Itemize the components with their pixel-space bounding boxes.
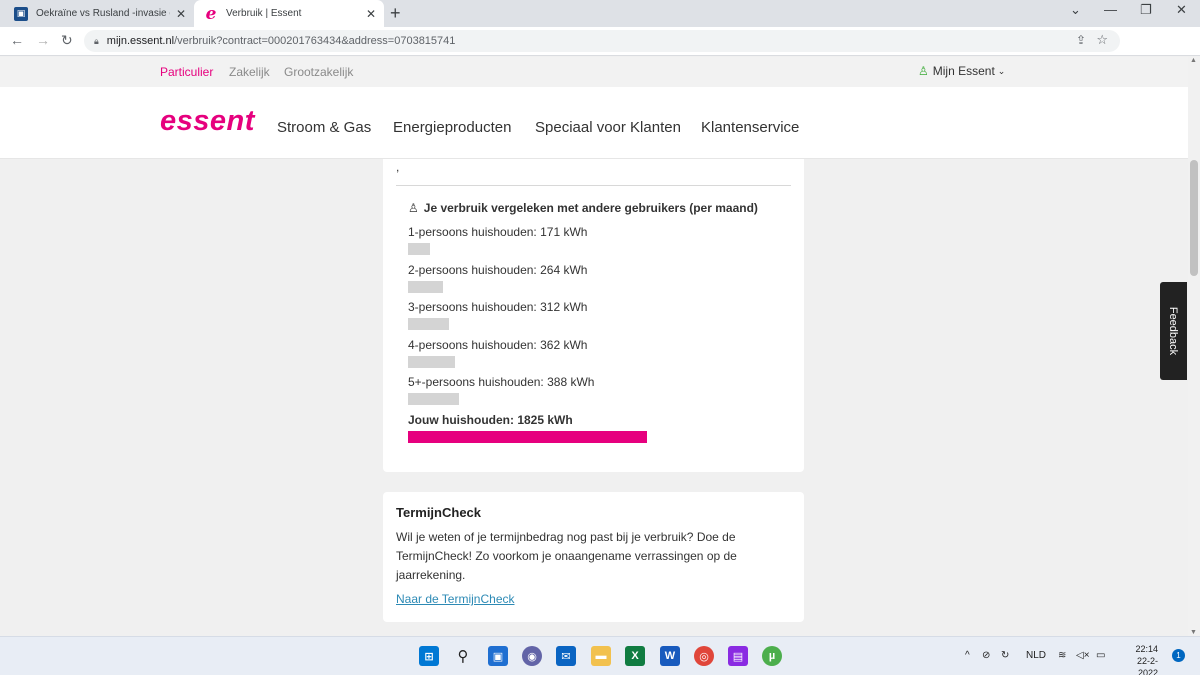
- essent-favicon-icon: e: [205, 3, 217, 24]
- tray-security-icon[interactable]: ⊘: [982, 650, 990, 661]
- task-view-icon[interactable]: ▣: [488, 646, 508, 666]
- news-site-icon: ▣: [14, 6, 28, 21]
- minimize-button[interactable]: —: [1104, 2, 1117, 17]
- nav-stroom-gas[interactable]: Stroom & Gas: [277, 119, 371, 136]
- reload-icon[interactable]: ↻: [61, 32, 73, 49]
- tab-close-icon[interactable]: ✕: [176, 7, 186, 21]
- tray-overflow-chevron-icon[interactable]: ^: [965, 650, 970, 661]
- termijncheck-title: TermijnCheck: [396, 505, 482, 520]
- taskbar-clock[interactable]: 22:14 22-2-2022: [1118, 643, 1158, 675]
- word-icon[interactable]: W: [660, 646, 680, 666]
- lock-icon: 🔒︎: [94, 35, 99, 46]
- comparison-title-text: Je verbruik vergeleken met andere gebrui…: [423, 201, 758, 215]
- essent-logo[interactable]: essent: [160, 105, 255, 138]
- tab-title: Verbruik | Essent: [226, 8, 302, 19]
- usage-row-label: 1-persoons huishouden: 171 kWh: [408, 225, 588, 239]
- feedback-label: Feedback: [1167, 306, 1179, 356]
- user-check-icon: ♙: [918, 64, 929, 78]
- tab-verbruik-essent[interactable]: e Verbruik | Essent ✕: [194, 0, 384, 27]
- share-icon[interactable]: ⇪: [1076, 33, 1086, 47]
- browser-toolbar: ← → ↻ 🔒︎ mijn.essent.nl/verbruik?contrac…: [0, 27, 1200, 76]
- segment-grootzakelijk[interactable]: Grootzakelijk: [284, 65, 353, 79]
- close-window-button[interactable]: ✕: [1176, 2, 1187, 18]
- windows-start-icon[interactable]: ⊞: [419, 646, 439, 666]
- windows-taskbar: ⊞ ⚲ ▣ ◉ ✉ ▬ X W ◎ ▤ µ ^ ⊘ ↻ NLD ≋ ◁× ▭ 2…: [0, 636, 1200, 675]
- usage-row-label: 5+-persoons huishouden: 388 kWh: [408, 375, 595, 389]
- usage-row-label: 3-persoons huishouden: 312 kWh: [408, 300, 588, 314]
- tab-close-icon[interactable]: ✕: [366, 7, 376, 21]
- nav-klantenservice[interactable]: Klantenservice: [701, 119, 799, 136]
- address-bar[interactable]: 🔒︎ mijn.essent.nl/verbruik?contract=0002…: [84, 30, 1120, 52]
- tab-search-icon[interactable]: ⌄: [1070, 2, 1081, 18]
- search-icon[interactable]: ⚲: [453, 646, 473, 666]
- segment-zakelijk[interactable]: Zakelijk: [229, 65, 270, 79]
- person-icon: ♙: [408, 201, 419, 215]
- mijn-essent-label: Mijn Essent: [932, 64, 995, 78]
- scroll-up-arrow-icon[interactable]: ▲: [1190, 57, 1197, 64]
- clock-date: 22-2-2022: [1136, 656, 1158, 675]
- excel-icon[interactable]: X: [625, 646, 645, 666]
- back-arrow-icon[interactable]: ←: [10, 32, 24, 48]
- chevron-down-icon: ⌄: [997, 65, 1006, 76]
- volume-muted-icon[interactable]: ◁×: [1076, 650, 1090, 661]
- usage-bar: [408, 393, 459, 405]
- segment-particulier[interactable]: Particulier: [160, 65, 213, 79]
- language-indicator[interactable]: NLD: [1026, 650, 1046, 661]
- page-content: , ♙ Je verbruik vergeleken met andere ge…: [0, 159, 1188, 636]
- usage-bar: [408, 243, 430, 255]
- nav-speciaal-voor-klanten[interactable]: Speciaal voor Klanten: [535, 119, 681, 136]
- teams-chat-icon[interactable]: ◉: [522, 646, 542, 666]
- new-tab-button[interactable]: +: [390, 3, 401, 24]
- page-scrollbar[interactable]: ▲ ▼: [1188, 57, 1200, 636]
- tray-sync-icon[interactable]: ↻: [1001, 650, 1009, 661]
- usage-bar: [408, 318, 449, 330]
- url-domain: mijn.essent.nl: [106, 35, 175, 47]
- usage-row-label: 2-persoons huishouden: 264 kWh: [408, 262, 588, 277]
- termijncheck-body: Wil je weten of je termijnbedrag nog pas…: [396, 530, 737, 582]
- scroll-down-arrow-icon[interactable]: ▼: [1190, 629, 1197, 636]
- tab-oekraine[interactable]: ▣ Oekraïne vs Rusland -invasie dre ✕: [4, 0, 194, 27]
- winrar-icon[interactable]: ▤: [728, 646, 748, 666]
- utorrent-icon[interactable]: µ: [762, 646, 782, 666]
- browser-tabstrip: ▣ Oekraïne vs Rusland -invasie dre ✕ e V…: [0, 0, 1200, 27]
- chrome-icon[interactable]: ◎: [694, 646, 714, 666]
- termijncheck-card: TermijnCheck Wil je weten of je termijnb…: [383, 492, 804, 622]
- usage-row-label: Jouw huishouden: 1825 kWh: [408, 412, 573, 427]
- clock-time: 22:14: [1135, 644, 1158, 654]
- main-navigation: essent Stroom & Gas Energieproducten Spe…: [0, 87, 1188, 159]
- url-path: /verbruik?contract=000201763434&address=…: [174, 35, 456, 47]
- comparison-title: ♙ Je verbruik vergeleken met andere gebr…: [408, 201, 758, 215]
- usage-row-label: 4-persoons huishouden: 362 kWh: [408, 337, 588, 352]
- usage-bar: [408, 280, 443, 293]
- comparison-card: , ♙ Je verbruik vergeleken met andere ge…: [383, 159, 804, 472]
- termijncheck-link[interactable]: Naar de TermijnCheck: [396, 592, 515, 606]
- nav-energieproducten[interactable]: Energieproducten: [393, 119, 511, 136]
- mail-icon[interactable]: ✉: [556, 646, 576, 666]
- feedback-tab[interactable]: Feedback: [1160, 282, 1187, 380]
- wifi-icon[interactable]: ≋: [1058, 650, 1066, 661]
- scroll-thumb[interactable]: [1190, 160, 1198, 276]
- your-usage-bar: [408, 430, 647, 443]
- file-explorer-icon[interactable]: ▬: [591, 646, 611, 666]
- bookmark-star-icon[interactable]: ☆: [1096, 32, 1108, 48]
- stray-text: ,: [396, 160, 400, 174]
- mijn-essent-menu[interactable]: ♙ Mijn Essent ⌄: [918, 64, 1005, 78]
- notification-badge[interactable]: 1: [1172, 649, 1185, 662]
- forward-arrow-icon[interactable]: →: [36, 32, 50, 48]
- maximize-button[interactable]: ❐: [1140, 2, 1152, 18]
- divider: [396, 185, 791, 186]
- segment-bar: Particulier Zakelijk Grootzakelijk ♙ Mij…: [0, 57, 1188, 87]
- battery-icon[interactable]: ▭: [1096, 650, 1105, 661]
- tab-title: Oekraïne vs Rusland -invasie dre: [36, 8, 170, 19]
- usage-bar: [408, 355, 455, 368]
